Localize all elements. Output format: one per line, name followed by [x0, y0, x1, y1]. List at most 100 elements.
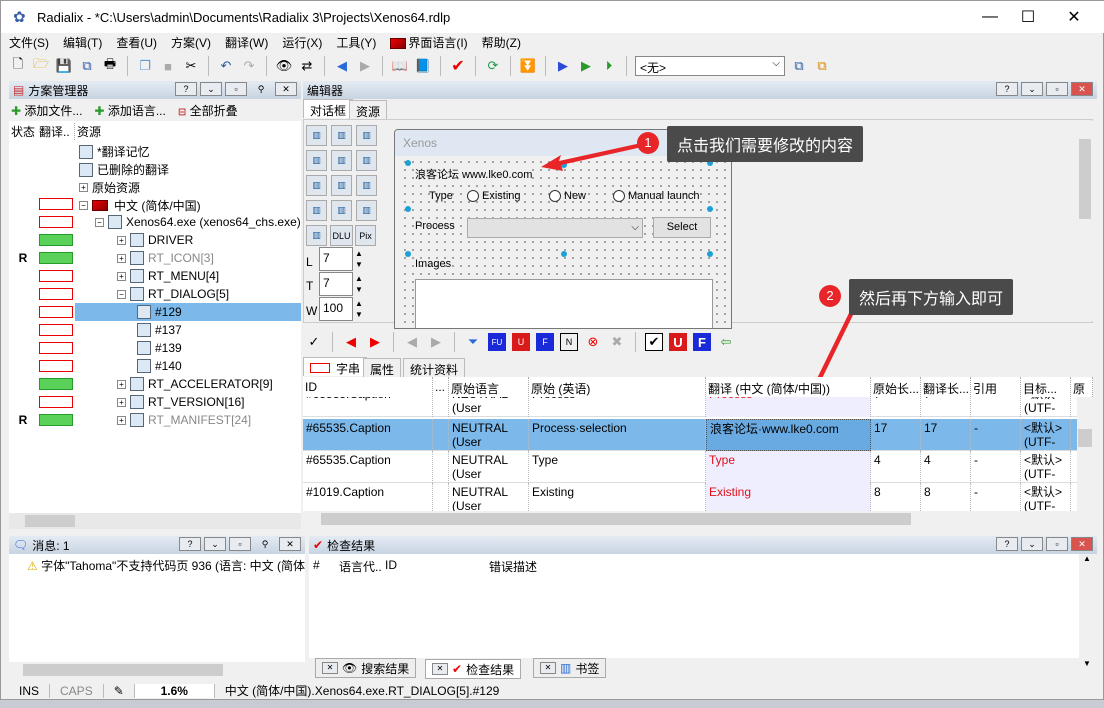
column-language-code[interactable]: 语言代.. — [339, 558, 382, 575]
grid-hscrollbar[interactable] — [303, 511, 1093, 527]
progress-indicator: 1.6% — [134, 683, 215, 698]
tab-properties[interactable]: 属性 — [363, 358, 402, 377]
untranslated-icon[interactable]: U — [669, 333, 687, 351]
grid-cell-trans[interactable]: Existing — [706, 483, 871, 511]
grid-cell-trans[interactable]: Type — [706, 451, 871, 483]
grid-cell-trans[interactable]: 浪客论坛·www.lke0.com — [706, 419, 871, 451]
column-error-description[interactable]: 错误描述 — [489, 558, 537, 575]
grid-cell-extra — [433, 419, 449, 451]
edit-icon: ✎ — [104, 683, 135, 698]
filter-remove-icon[interactable]: ✖ — [608, 333, 626, 351]
close-panel-button[interactable]: ✕ — [279, 537, 301, 551]
filter-icon[interactable]: ⏷ — [464, 333, 482, 351]
prev-disabled-icon[interactable]: ◀ — [403, 333, 421, 351]
table-row[interactable]: #65535.Caption NEUTRAL (User Default)Proc… — [303, 419, 1093, 451]
status-bar: INS CAPS ✎ 1.6% 中文 (简体/中国).Xenos64.exe.R… — [9, 681, 1099, 700]
grid-cell-olen: 8 — [871, 483, 921, 511]
check-icon: ✔ — [452, 662, 463, 676]
close-tab-icon[interactable]: ✕ — [540, 662, 556, 674]
grid-cell-id: #65535.Caption — [303, 419, 433, 451]
strings-grid: #65535.CaptionNEUTRAL (User Default)Proc… — [303, 377, 1093, 511]
grid-cell-target: <默认> (UTF-16) — [1021, 451, 1071, 483]
grid-column-header[interactable]: 翻译长... — [921, 377, 971, 397]
check-results-header: ✔ 检查结果 ? ⌄ ▫ ✕ — [309, 536, 1097, 554]
current-path: 中文 (简体/中国).Xenos64.exe.RT_DIALOG[5].#129 — [224, 684, 500, 698]
tab-bookmarks[interactable]: ✕ ▥ 书签 — [533, 658, 607, 678]
tab-statistics[interactable]: 统计资料 — [403, 358, 466, 377]
message-icon: 🗨 — [13, 538, 29, 552]
grid-cell-target: <默认> (UTF-16) — [1021, 419, 1071, 451]
next-disabled-icon[interactable]: ▶ — [427, 333, 445, 351]
tab-strings[interactable]: 字串 — [303, 357, 368, 376]
prev-red-arrow-icon[interactable]: ◀ — [342, 333, 360, 351]
grid-cell-orig: Existing — [529, 483, 706, 511]
grid-cell-olen: 17 — [871, 419, 921, 451]
caps-indicator: CAPS — [50, 683, 104, 698]
app-window: ✿ Radialix - *C:\Users\admin\Documents\R… — [0, 0, 1104, 700]
close-panel-button[interactable]: ✕ — [1071, 537, 1093, 551]
grid-column-header[interactable]: ID — [303, 377, 433, 397]
pin-icon[interactable]: ⚲ — [254, 537, 276, 551]
filter-clear-icon[interactable]: ⊗ — [584, 333, 602, 351]
grid-cell-orig: Type — [529, 451, 706, 483]
annotation-callout-2: 然后再下方输入即可 — [849, 279, 1014, 315]
grid-cell-ref: - — [971, 451, 1021, 483]
filter-fu-icon[interactable]: FU — [488, 333, 506, 351]
grid-cell-ref: - — [971, 419, 1021, 451]
tab-search-results[interactable]: ✕ 👁 搜索结果 — [315, 658, 417, 678]
validate-icon[interactable]: ✓ — [305, 333, 323, 351]
strings-toolbar: ✓ ◀ ▶ ◀ ▶ ⏷ FU U F N ⊗ ✖ ✔ U F ⇦ — [305, 332, 735, 352]
warning-icon: ⚠ — [27, 559, 38, 573]
annotation-number-2: 2 — [819, 285, 841, 307]
grid-column-header[interactable]: ... — [433, 377, 449, 397]
check-results-grid: # 语言代.. ID 错误描述 — [309, 554, 1079, 658]
annotation-number-1: 1 — [637, 132, 659, 154]
grid-column-header[interactable]: 目标... — [1021, 377, 1071, 397]
grid-column-header[interactable]: 引用 — [971, 377, 1021, 397]
grid-cell-ref: - — [971, 483, 1021, 511]
messages-header: 🗨 消息: 1 ? ⌄ ▫ ⚲ ✕ — [9, 536, 305, 554]
grid-column-header[interactable]: 翻译 (中文 (简体/中国)) — [706, 377, 871, 397]
close-tab-icon[interactable]: ✕ — [432, 663, 448, 675]
strings-icon — [310, 363, 330, 373]
help-button[interactable]: ? — [996, 537, 1018, 551]
grid-cell-lang: NEUTRAL (User Default) — [449, 451, 529, 483]
grid-cell-extra — [433, 451, 449, 483]
messages-hscrollbar[interactable] — [9, 662, 305, 678]
messages-list: ⚠ 字体"Tahoma"不支持代码页 936 (语言: 中文 (简体/中国)) — [9, 554, 305, 662]
grid-column-header[interactable]: 原 — [1071, 377, 1093, 397]
help-button[interactable]: ? — [179, 537, 201, 551]
export-icon[interactable]: ⇦ — [717, 333, 735, 351]
column-id[interactable]: ID — [385, 558, 397, 572]
filter-n-icon[interactable]: N — [560, 333, 578, 351]
next-red-arrow-icon[interactable]: ▶ — [366, 333, 384, 351]
grid-column-header[interactable]: 原始语言 — [449, 377, 529, 397]
restore-button[interactable]: ▫ — [1046, 537, 1068, 551]
table-row[interactable]: #1019.CaptionNEUTRAL (User Default)Exist… — [303, 483, 1093, 511]
message-item[interactable]: ⚠ 字体"Tahoma"不支持代码页 936 (语言: 中文 (简体/中国)) — [9, 554, 305, 577]
binoculars-icon: 👁 — [342, 661, 358, 675]
checkbox-icon[interactable]: ✔ — [645, 333, 663, 351]
restore-button[interactable]: ▫ — [229, 537, 251, 551]
grid-column-header[interactable]: 原始长... — [871, 377, 921, 397]
check-icon: ✔ — [313, 538, 324, 552]
close-tab-icon[interactable]: ✕ — [322, 662, 338, 674]
grid-cell-target: <默认> (UTF-16) — [1021, 483, 1071, 511]
check-results-scrollbar[interactable]: ▲ ▼ — [1079, 554, 1095, 676]
column-number[interactable]: # — [313, 558, 320, 572]
filter-u-icon[interactable]: U — [512, 333, 530, 351]
dropdown-button[interactable]: ⌄ — [204, 537, 226, 551]
grid-cell-olen: 4 — [871, 451, 921, 483]
grid-cell-lang: NEUTRAL (User Default) — [449, 419, 529, 451]
table-row[interactable]: #65535.CaptionNEUTRAL (User Default)Type… — [303, 451, 1093, 483]
dropdown-button[interactable]: ⌄ — [1021, 537, 1043, 551]
grid-cell-id: #1019.Caption — [303, 483, 433, 511]
tab-check-results[interactable]: ✕ ✔ 检查结果 — [425, 659, 522, 679]
filter-f-icon[interactable]: F — [536, 333, 554, 351]
fuzzy-icon[interactable]: F — [693, 333, 711, 351]
grid-vscrollbar[interactable] — [1077, 397, 1093, 511]
annotation-callout-1: 点击我们需要修改的内容 — [667, 126, 864, 162]
grid-column-header[interactable]: 原始 (英语) — [529, 377, 706, 397]
grid-cell-lang: NEUTRAL (User Default) — [449, 483, 529, 511]
bookmark-icon: ▥ — [560, 661, 572, 675]
